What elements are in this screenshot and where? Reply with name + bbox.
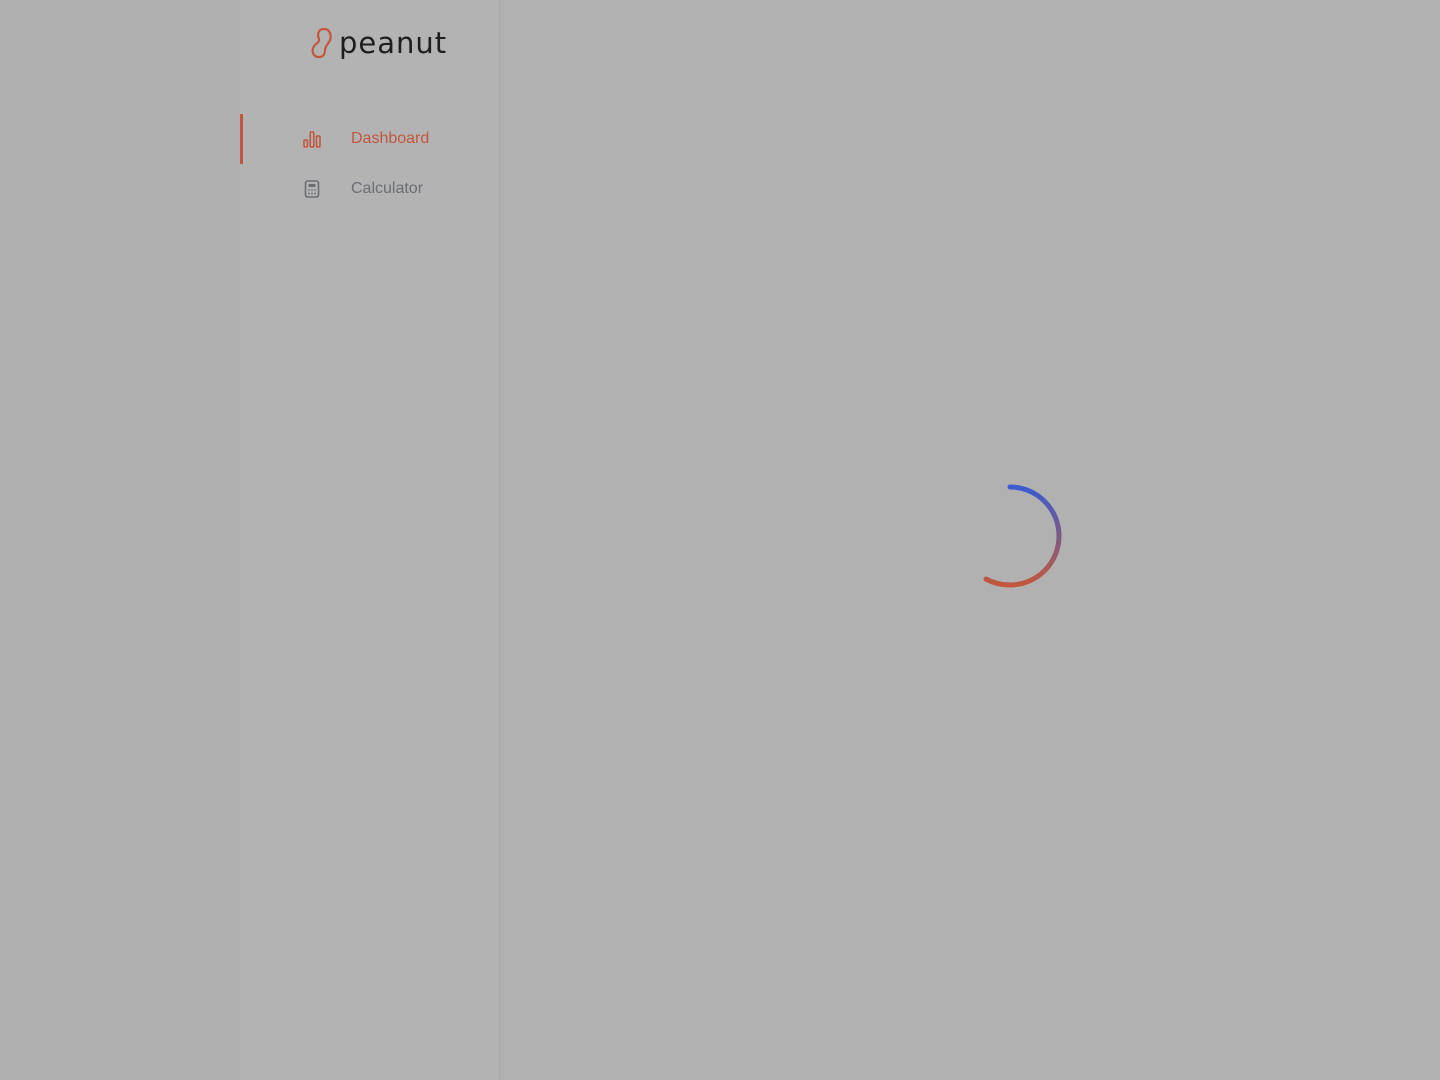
sidebar-nav: Dashboard Calculator <box>240 114 500 214</box>
main-content <box>501 0 1440 1080</box>
brand-logo[interactable]: peanut <box>309 26 447 60</box>
page-gutter <box>0 0 240 1080</box>
loading-spinner-icon <box>983 484 1062 588</box>
sidebar: peanut Dashboard Calculator <box>240 0 500 1080</box>
bar-chart-icon <box>303 131 321 148</box>
sidebar-item-label: Calculator <box>351 180 424 197</box>
sidebar-item-calculator[interactable]: Calculator <box>240 164 500 214</box>
peanut-logo-icon <box>311 27 332 59</box>
calculator-icon <box>304 180 320 198</box>
sidebar-item-dashboard[interactable]: Dashboard <box>240 114 500 164</box>
active-indicator <box>240 114 243 164</box>
sidebar-item-label: Dashboard <box>351 130 430 147</box>
brand-name: peanut <box>339 25 448 60</box>
app-root: peanut Dashboard Calculator <box>0 0 1440 1080</box>
